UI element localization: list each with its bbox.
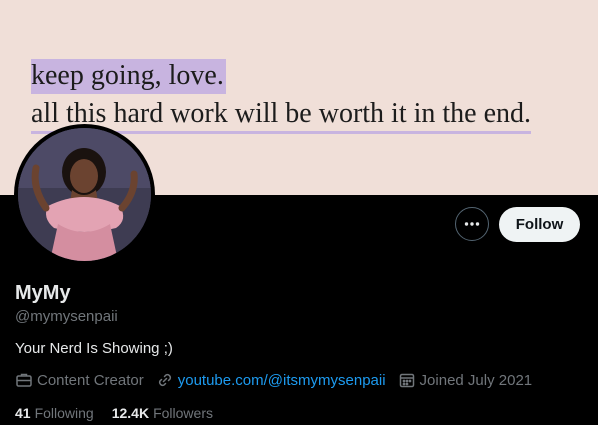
followers-link[interactable]: 12.4K Followers (112, 405, 213, 421)
briefcase-icon (16, 373, 32, 387)
website[interactable]: youtube.com/@itsmymysenpaii (156, 371, 386, 389)
display-name: MyMy (15, 282, 71, 304)
website-link[interactable]: youtube.com/@itsmymysenpaii (178, 372, 386, 389)
join-date: Joined July 2021 (398, 371, 533, 389)
followers-label: Followers (153, 405, 213, 421)
followers-count: 12.4K (111, 405, 150, 421)
banner-quote-line1: keep going, love. (31, 59, 226, 94)
profile-meta: Content Creator youtube.com/@itsmymysenp… (15, 371, 544, 389)
bio: Your Nerd Is Showing ;) (15, 340, 173, 357)
user-handle: @mymysenpaii (15, 308, 118, 325)
banner-quote-line2: all this hard work will be worth it in t… (31, 98, 532, 134)
join-date-label: Joined July 2021 (419, 371, 533, 389)
more-options-button[interactable] (455, 207, 489, 241)
following-label: Following (34, 405, 94, 421)
follow-counts: 41 Following 12.4K Followers (15, 405, 231, 421)
following-link[interactable]: 41 Following (15, 405, 94, 421)
follow-button[interactable]: Follow (499, 207, 580, 242)
calendar-icon (399, 373, 414, 388)
following-count: 41 (15, 405, 31, 421)
avatar[interactable] (14, 124, 155, 265)
more-horizontal-icon (464, 222, 480, 226)
category-label: Content Creator (37, 371, 144, 389)
link-icon (158, 373, 171, 387)
avatar-image (18, 128, 151, 261)
category: Content Creator (15, 371, 144, 389)
